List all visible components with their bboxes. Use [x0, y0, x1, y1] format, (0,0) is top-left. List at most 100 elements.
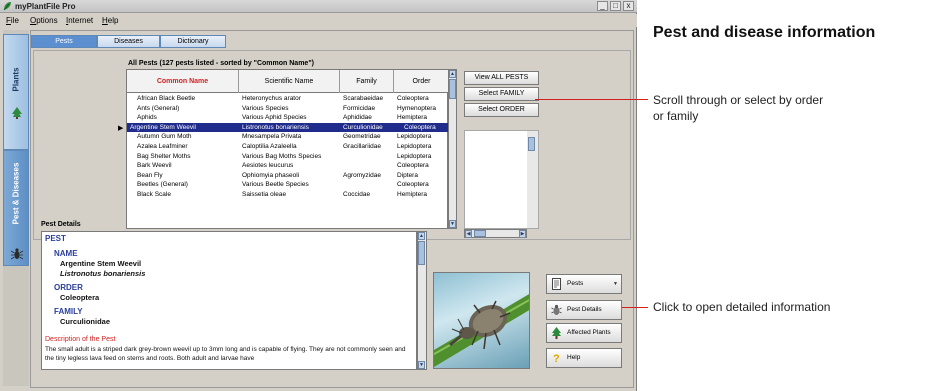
tree-icon — [12, 107, 22, 119]
tab-plants-label: Plants — [11, 67, 21, 92]
cell-family: Gracillariidae — [343, 142, 381, 150]
chevron-down-icon: ▼ — [613, 281, 618, 287]
tab-pest-label: Pest & Diseases — [11, 162, 21, 225]
details-scrollbar[interactable]: ▲ ▼ — [417, 231, 427, 370]
pests-dropdown-label: Pests — [567, 280, 584, 287]
table-row[interactable]: Aphids Various Aphid Species Aphididae Hemi… — [127, 113, 449, 123]
details-scientific-name: Listronotus bonariensis — [60, 269, 146, 278]
table-row[interactable]: ▶ Argentine Stem Weevil Listronotus bonari… — [118, 122, 449, 133]
table-row[interactable]: Ants (General) Various Species Formicidae H… — [127, 104, 449, 114]
main-panel: Pests Diseases Dictionary All Pests (127… — [30, 30, 634, 388]
pests-dropdown[interactable]: Pests ▼ — [546, 274, 622, 294]
title-bar[interactable]: myPlantFile Pro _ □ x — [0, 0, 637, 13]
details-order-label: ORDER — [54, 283, 83, 292]
affected-plants-button-label: Affected Plants — [567, 329, 611, 336]
column-header-order[interactable]: Order — [394, 70, 449, 93]
menu-options[interactable]: Options — [30, 14, 58, 27]
table-row[interactable]: Bark Weevil Aesiotes leucurus Coleoptera — [127, 161, 449, 171]
cell-scientific-name: Caloptilia Azaleella — [242, 142, 297, 150]
column-header-family[interactable]: Family — [340, 70, 394, 93]
affected-plants-button[interactable]: Affected Plants — [546, 323, 622, 343]
cell-common-name: Bark Weevil — [137, 162, 172, 170]
scroll-right-icon[interactable]: ▶ — [519, 230, 526, 238]
pest-details-panel[interactable]: PEST NAME Argentine Stem Weevil Listrono… — [41, 231, 417, 370]
cell-order: Coleoptera — [397, 95, 429, 102]
table-row[interactable]: Bean Fly Ophiomyia phaseoli Agromyzidae Dip… — [127, 171, 449, 181]
filter-list-hscrollbar[interactable]: ◀ ▶ — [464, 229, 527, 238]
cell-order: Hymenoptera — [397, 104, 437, 112]
cell-family: Aphididae — [343, 114, 372, 122]
filter-scroll-thumb[interactable] — [528, 137, 535, 151]
annotation-details-note: Click to open detailed information — [653, 300, 831, 314]
cell-scientific-name: Mnesampela Privata — [242, 133, 302, 141]
row-selector-icon: ▶ — [118, 124, 124, 132]
table-row[interactable]: African Black Beetle Heteronychus arator S… — [127, 94, 449, 104]
cell-common-name: Bean Fly — [137, 171, 163, 179]
help-button[interactable]: ? Help — [546, 348, 622, 368]
menu-file[interactable]: File — [6, 14, 19, 27]
tab-dictionary[interactable]: Dictionary — [160, 35, 226, 48]
help-icon: ? — [553, 353, 560, 364]
cell-order: Coleoptera — [397, 162, 429, 170]
cell-scientific-name: Ophiomyia phaseoli — [242, 171, 300, 179]
cell-family — [340, 161, 394, 171]
minimize-button[interactable]: _ — [597, 1, 608, 11]
maximize-button[interactable]: □ — [610, 1, 621, 11]
table-row[interactable]: Beetles (General) Various Beetle Species C… — [127, 180, 449, 190]
cell-family: Geometridae — [343, 133, 381, 141]
cell-scientific-name: Various Bag Moths Species — [242, 152, 322, 160]
cell-order: Lepidoptera — [397, 152, 432, 160]
scroll-thumb[interactable] — [449, 79, 456, 99]
filter-list-scrollbar[interactable] — [527, 131, 538, 228]
annotation-line-scroll — [535, 99, 648, 100]
table-row[interactable]: Bag Shelter Moths Various Bag Moths Speci… — [127, 152, 449, 162]
cell-common-name: Ants (General) — [137, 104, 180, 112]
cell-scientific-name: Various Aphid Species — [242, 114, 307, 122]
column-header-scientific-name[interactable]: Scientific Name — [239, 70, 340, 93]
details-name-value: Argentine Stem Weevil — [60, 259, 142, 268]
cell-scientific-name: Heteronychus arator — [242, 95, 301, 102]
document-icon — [552, 278, 561, 290]
svg-text:?: ? — [553, 353, 560, 364]
tab-plants[interactable]: Plants — [3, 34, 29, 150]
menu-help[interactable]: Help — [102, 14, 118, 27]
table-row[interactable]: Autumn Gum Moth Mnesampela Privata Geometr… — [127, 132, 449, 142]
details-scroll-thumb[interactable] — [418, 241, 425, 265]
scroll-left-icon[interactable]: ◀ — [465, 230, 472, 238]
details-family-label: FAMILY — [54, 307, 83, 316]
annotation-line-details — [622, 307, 648, 308]
annotation-scroll-note: Scroll through or select by order or fam… — [653, 93, 824, 123]
menu-internet[interactable]: Internet — [66, 14, 93, 27]
details-header: PEST — [45, 234, 66, 243]
weevil-image — [434, 294, 529, 368]
details-scroll-down-icon[interactable]: ▼ — [418, 361, 425, 369]
details-description-label: Description of the Pest — [45, 336, 116, 343]
close-button[interactable]: x — [623, 1, 634, 11]
cell-family: Coccidae — [343, 190, 371, 198]
pest-table[interactable]: Common Name Scientific Name Family Order… — [118, 69, 449, 229]
scroll-up-icon[interactable]: ▲ — [449, 70, 456, 78]
tab-pests[interactable]: Pests — [31, 35, 97, 48]
scroll-down-icon[interactable]: ▼ — [449, 220, 456, 228]
tab-pest-diseases[interactable]: Pest & Diseases — [3, 150, 29, 266]
cell-scientific-name: Listronotus bonariensis — [242, 123, 309, 131]
cell-order: Coleoptera — [404, 123, 436, 131]
pest-details-button[interactable]: Pest Details — [546, 300, 622, 320]
hscroll-thumb[interactable] — [474, 230, 486, 237]
tab-diseases[interactable]: Diseases — [97, 35, 160, 48]
column-header-common-name[interactable]: Common Name — [127, 70, 239, 93]
cell-family: Curculionidae — [343, 123, 383, 131]
help-button-label: Help — [567, 354, 581, 361]
pest-photo — [433, 272, 530, 369]
table-row[interactable]: Black Scale Saissetia oleae Coccidae Hemipt… — [127, 190, 449, 200]
view-all-pests-button[interactable]: View ALL PESTS — [464, 71, 539, 85]
select-family-button[interactable]: Select FAMILY — [464, 87, 539, 101]
pest-table-scrollbar[interactable]: ▲ ▼ — [448, 69, 457, 229]
details-scroll-up-icon[interactable]: ▲ — [418, 232, 425, 240]
cell-order: Diptera — [397, 171, 418, 179]
pest-list-caption: All Pests (127 pests listed - sorted by … — [128, 60, 314, 67]
filter-list-panel[interactable] — [464, 130, 539, 229]
select-order-button[interactable]: Select ORDER — [464, 103, 539, 117]
table-row[interactable]: Azalea Leafminer Caloptilia Azaleella Grac… — [127, 142, 449, 152]
window-title: myPlantFile Pro — [15, 2, 76, 11]
